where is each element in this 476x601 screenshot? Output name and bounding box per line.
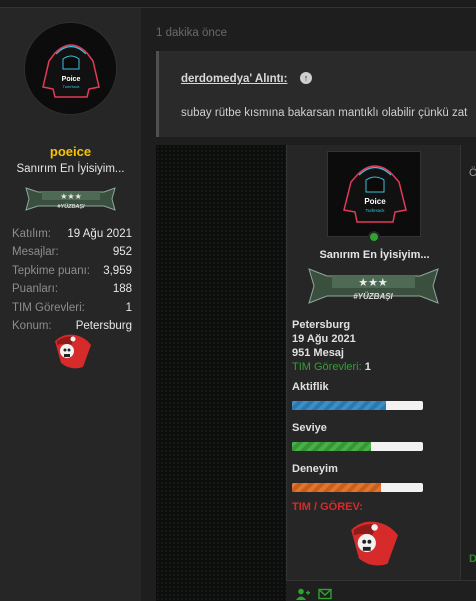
card-right-bottom: D: [469, 553, 476, 565]
pirate-badge-icon: [343, 517, 401, 569]
card-rank-badge: ★★★ #YÜZBAŞI: [307, 267, 440, 305]
quote-block: derdomedya' Alıntı: ↑ subay rütbe kısmın…: [156, 51, 476, 137]
quote-author[interactable]: derdomedya' Alıntı:: [181, 73, 287, 85]
rank-label: #YÜZBAŞI: [57, 203, 85, 210]
message-icon[interactable]: [318, 587, 332, 600]
post-timestamp[interactable]: 1 dakika önce: [156, 27, 227, 39]
activity-bar-fill: [292, 401, 387, 410]
card-right-text: Ö: [469, 167, 476, 179]
card-info: Petersburg 19 Ağu 2021 951 Mesaj TIM Gör…: [292, 318, 371, 374]
svg-text:TurkHack: TurkHack: [365, 208, 385, 213]
stat-value: 1: [125, 301, 132, 314]
stat-label: TIM Görevleri:: [12, 301, 85, 314]
experience-bar: [292, 483, 423, 492]
stat-value: 19 Ağu 2021: [67, 228, 132, 240]
stat-row: TIM Görevleri: 1: [12, 299, 132, 317]
page: Poice TurkHack poeice Sanırım En İyisiyi…: [0, 0, 476, 601]
pirate-badge-icon: [49, 331, 93, 371]
tim-gorev-title: TIM / GÖREV:: [292, 501, 363, 513]
stat-label: Mesajlar:: [12, 246, 59, 259]
level-bar-fill: [292, 442, 371, 451]
svg-text:★★★: ★★★: [60, 192, 82, 201]
online-status-icon: [368, 231, 380, 243]
stat-value[interactable]: 952: [113, 243, 132, 261]
level-bar: [292, 442, 423, 451]
card-footer: [286, 580, 476, 601]
activity-bar: [292, 401, 423, 410]
card-rank-label: #YÜZBAŞI: [353, 292, 393, 301]
stat-value: 3,959: [103, 264, 132, 277]
stat-row: Mesajlar: 952: [12, 243, 132, 261]
card-messages: 951 Mesaj: [292, 347, 344, 359]
quote-text: subay rütbe kısmına bakarsan mantıklı ol…: [181, 107, 468, 119]
level-label: Seviye: [292, 422, 327, 434]
stat-row: Katılım: 19 Ağu 2021: [12, 225, 132, 243]
tim-label: TIM Görevleri:: [292, 361, 362, 373]
card-location: Petersburg: [292, 319, 351, 331]
user-stats: Katılım: 19 Ağu 2021 Mesajlar: 952 Tepkime…: [12, 225, 132, 335]
card-tim-row: TIM Görevleri: 1: [292, 360, 371, 374]
svg-text:Poice: Poice: [364, 197, 386, 206]
stat-label: Puanları:: [12, 283, 59, 296]
user-card: Poice TurkHack Sanırım En İyisiyim... ★★…: [286, 145, 461, 580]
stat-label: Konum:: [12, 319, 52, 332]
jump-to-quote-icon[interactable]: ↑: [300, 72, 312, 84]
stat-row: Puanları: 188: [12, 280, 132, 298]
user-sidebar: Poice TurkHack poeice Sanırım En İyisiyi…: [0, 7, 141, 601]
dotted-background: [156, 145, 286, 601]
experience-label: Deneyim: [292, 463, 338, 475]
stat-label: Katılım:: [12, 228, 51, 240]
add-user-icon[interactable]: [296, 587, 310, 600]
stat-value: 188: [112, 283, 132, 296]
svg-text:TurkHack: TurkHack: [63, 84, 80, 89]
activity-label: Aktiflik: [292, 381, 329, 393]
stat-label: Tepkime puanı:: [12, 264, 90, 277]
avatar[interactable]: Poice TurkHack: [24, 22, 117, 115]
stat-row: Tepkime puanı: 3,959: [12, 262, 132, 280]
user-title: Sanırım En İyisiyim...: [16, 163, 125, 175]
card-right-edge: Ö D: [461, 145, 476, 580]
tim-value: 1: [364, 361, 371, 373]
embedded-image: Poice TurkHack Sanırım En İyisiyim... ★★…: [156, 145, 476, 601]
username[interactable]: poeice: [0, 144, 141, 159]
experience-bar-fill: [292, 483, 382, 492]
rank-badge: ★★★ #YÜZBAŞI: [24, 186, 117, 212]
card-avatar: Poice TurkHack: [327, 151, 421, 237]
card-joined: 19 Ağu 2021: [292, 333, 356, 345]
svg-text:★★★: ★★★: [358, 276, 388, 289]
card-user-title: Sanırım En İyisiyim...: [319, 249, 430, 261]
svg-text:Poice: Poice: [62, 76, 81, 83]
post-content: 1 dakika önce derdomedya' Alıntı: ↑ suba…: [141, 7, 476, 601]
